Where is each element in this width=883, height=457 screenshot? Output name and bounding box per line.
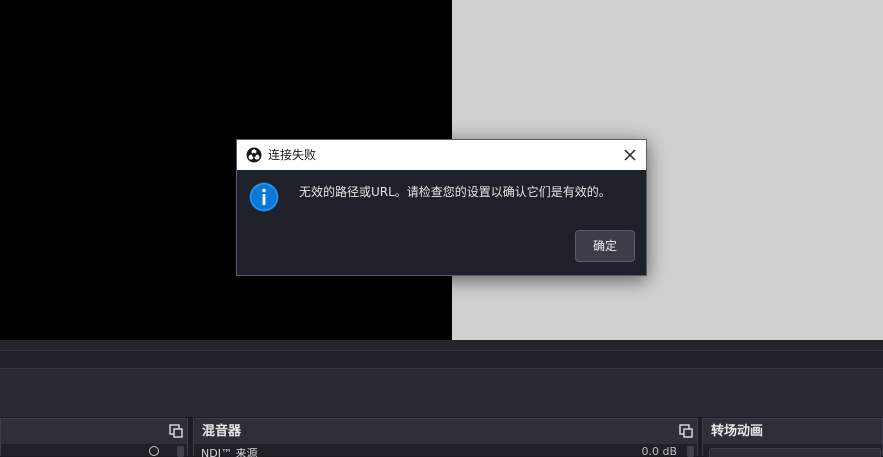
- obs-logo-icon: [246, 147, 262, 163]
- dialog-titlebar[interactable]: 连接失败: [237, 140, 646, 170]
- scene-strip: [0, 351, 883, 368]
- float-dock-icon[interactable]: [169, 424, 183, 438]
- dialog-message: 无效的路径或URL。请检查您的设置以确认它们是有效的。: [299, 185, 611, 199]
- dock-header: [1, 419, 187, 444]
- visibility-icon[interactable]: [149, 446, 159, 456]
- scrollbar[interactable]: [687, 446, 694, 457]
- ok-button[interactable]: 确定: [575, 230, 635, 262]
- dock-title: 混音器: [202, 424, 242, 439]
- dock-left: [0, 418, 188, 457]
- mixer-volume-value: 0.0 dB: [641, 445, 677, 457]
- dialog-title: 连接失败: [268, 148, 317, 162]
- info-icon: [249, 182, 279, 212]
- float-dock-icon[interactable]: [679, 424, 693, 438]
- error-dialog: 连接失败 无效的路径或URL。请检查您的设置以确认它们是有效的。 确定: [236, 139, 647, 276]
- scrollbar[interactable]: [177, 446, 184, 457]
- dock-mixer: 混音器 NDI™ 来源 0.0 dB: [193, 418, 698, 457]
- main-toolbar: [0, 368, 883, 417]
- close-icon[interactable]: [620, 145, 640, 165]
- dock-header: 混音器: [194, 419, 697, 444]
- transitions-body: [703, 444, 882, 457]
- mixer-source-label: NDI™ 来源: [201, 447, 258, 457]
- preview-bottom-bar: [0, 340, 883, 350]
- dock-header: 转场动画: [703, 419, 882, 444]
- dock-body: [1, 444, 187, 457]
- mixer-body: NDI™ 来源 0.0 dB: [194, 444, 697, 457]
- dock-transitions: 转场动画: [702, 418, 883, 457]
- dock-title: 转场动画: [711, 424, 764, 439]
